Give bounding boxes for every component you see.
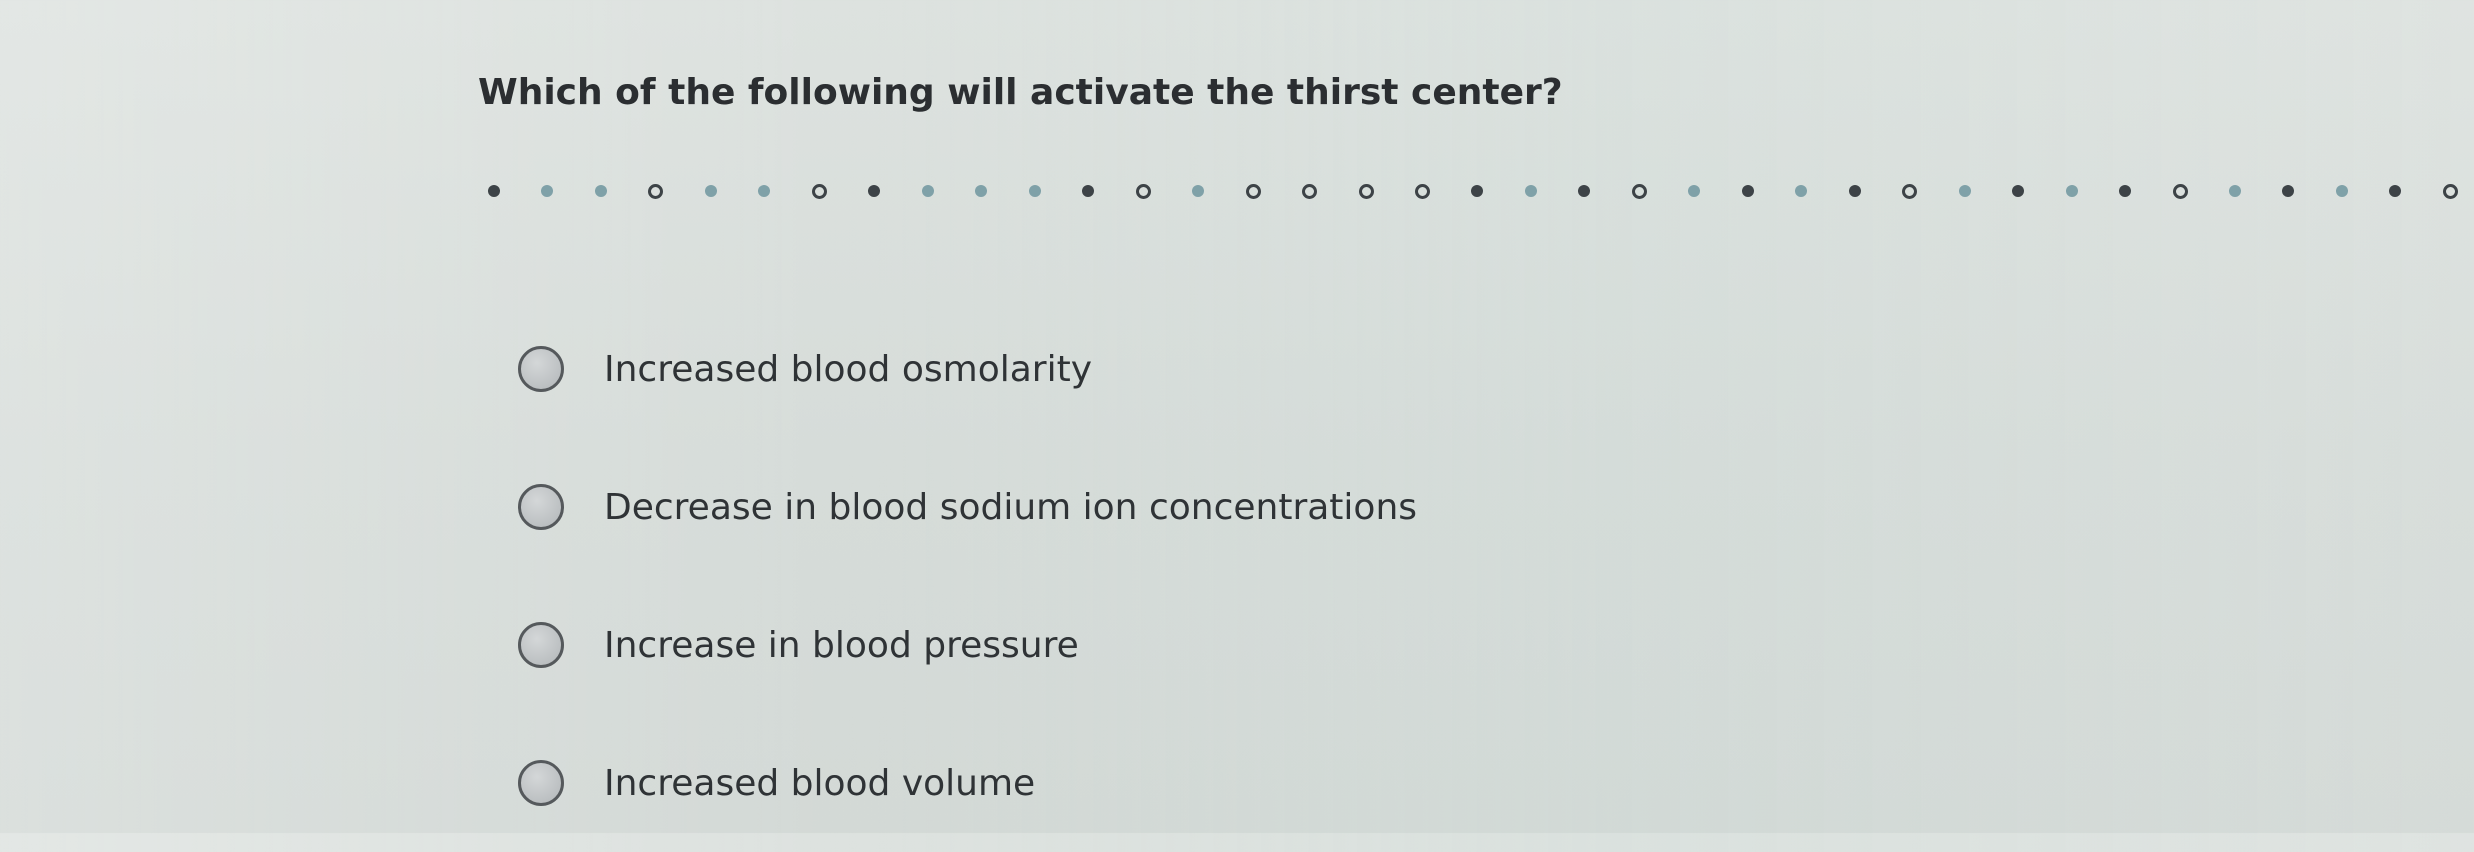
divider-dot (2282, 185, 2295, 197)
dotted-divider (488, 176, 2458, 206)
divider-dot (868, 185, 881, 197)
divider-dot (2065, 185, 2078, 197)
divider-dot (2119, 185, 2132, 197)
answer-option-label[interactable]: Increase in blood pressure (604, 625, 1079, 666)
divider-dot (704, 185, 717, 197)
divider-dot (1524, 185, 1537, 197)
radio-button-icon[interactable] (518, 760, 564, 806)
divider-dot (2389, 185, 2402, 197)
divider-dot (1028, 185, 1041, 197)
divider-dot (921, 185, 934, 197)
radio-button-icon[interactable] (518, 622, 564, 668)
divider-dot (1902, 183, 1918, 199)
divider-dot (2012, 185, 2025, 197)
divider-dot (1631, 183, 1647, 199)
answer-option-label[interactable]: Decrease in blood sodium ion concentrati… (604, 487, 1417, 528)
divider-dot (758, 185, 771, 197)
divider-dot (1958, 185, 1971, 197)
answer-option-1[interactable]: Increased blood osmolarity (518, 300, 2118, 438)
answer-option-3[interactable]: Increase in blood pressure (518, 576, 2118, 714)
radio-button-icon[interactable] (518, 484, 564, 530)
divider-dot (488, 185, 500, 197)
divider-dot (594, 185, 607, 197)
divider-dot (1082, 185, 1095, 197)
answer-option-2[interactable]: Decrease in blood sodium ion concentrati… (518, 438, 2118, 576)
divider-dot (1414, 183, 1430, 199)
divider-dot (1578, 185, 1591, 197)
divider-dot (975, 185, 988, 197)
divider-dot (1302, 183, 1318, 199)
question-card: Which of the following will activate the… (0, 0, 2474, 833)
answer-option-label[interactable]: Increased blood volume (604, 763, 1035, 804)
divider-dot (648, 183, 664, 199)
divider-dot (1741, 185, 1754, 197)
divider-dot (1245, 183, 1261, 199)
answer-options: Increased blood osmolarity Decrease in b… (518, 300, 2118, 852)
divider-dot (1471, 185, 1484, 197)
divider-dot (1795, 185, 1808, 197)
divider-dot (1358, 183, 1374, 199)
answer-option-label[interactable]: Increased blood osmolarity (604, 349, 1092, 390)
divider-dot (2442, 183, 2458, 199)
answer-option-4[interactable]: Increased blood volume (518, 714, 2118, 852)
divider-dot (1135, 183, 1151, 199)
divider-dot (2172, 183, 2188, 199)
divider-dot (2229, 185, 2241, 197)
divider-dot (1192, 185, 1205, 197)
divider-dot (1848, 185, 1861, 197)
divider-dot (1688, 185, 1701, 197)
divider-dot (811, 183, 827, 199)
question-text: Which of the following will activate the… (478, 72, 1563, 113)
divider-dot (541, 185, 554, 197)
divider-dot (2335, 185, 2348, 197)
radio-button-icon[interactable] (518, 346, 564, 392)
